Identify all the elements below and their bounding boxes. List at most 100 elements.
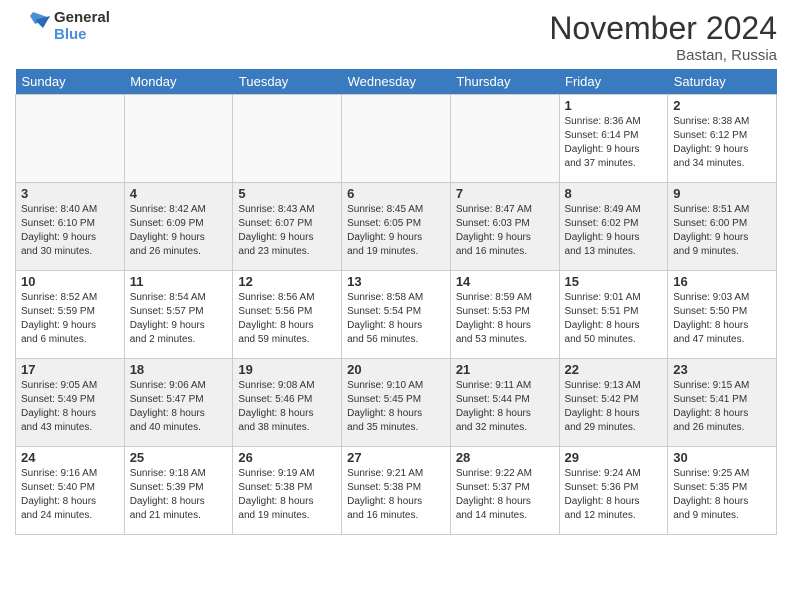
day-info: Sunrise: 8:49 AM Sunset: 6:02 PM Dayligh… (565, 203, 663, 259)
day-number: 20 (347, 362, 445, 377)
col-friday: Friday (559, 69, 668, 95)
calendar-cell (16, 95, 125, 183)
calendar-cell: 14 Sunrise: 8:59 AM Sunset: 5:53 PM Dayli… (450, 271, 559, 359)
day-info: Sunrise: 8:43 AM Sunset: 6:07 PM Dayligh… (238, 203, 336, 259)
day-info: Sunrise: 9:21 AM Sunset: 5:38 PM Dayligh… (347, 467, 445, 523)
day-number: 7 (456, 186, 554, 201)
header: General Blue November 2024 Bastan, Russi… (15, 10, 777, 64)
calendar-cell: 21 Sunrise: 9:11 AM Sunset: 5:44 PM Dayli… (450, 359, 559, 447)
day-info: Sunrise: 9:13 AM Sunset: 5:42 PM Dayligh… (565, 379, 663, 435)
calendar-cell: 22Sunrise: 9:13 AM Sunset: 5:42 PM Dayli… (559, 359, 668, 447)
day-number: 14 (456, 274, 554, 289)
logo-blue: Blue (54, 27, 110, 44)
calendar-cell: 26 Sunrise: 9:19 AM Sunset: 5:38 PM Dayli… (233, 447, 342, 535)
logo-general: General (54, 10, 110, 27)
calendar-cell (124, 95, 233, 183)
day-number: 26 (238, 450, 336, 465)
day-number: 6 (347, 186, 445, 201)
calendar-cell: 29 Sunrise: 9:24 AM Sunset: 5:36 PM Dayli… (559, 447, 668, 535)
day-info: Sunrise: 8:51 AM Sunset: 6:00 PM Dayligh… (673, 203, 771, 259)
calendar-cell: 9 Sunrise: 8:51 AM Sunset: 6:00 PM Daylig… (668, 183, 777, 271)
day-info: Sunrise: 9:05 AM Sunset: 5:49 PM Dayligh… (21, 379, 119, 435)
day-info: Sunrise: 8:40 AM Sunset: 6:10 PM Dayligh… (21, 203, 119, 259)
calendar-cell (450, 95, 559, 183)
day-info: Sunrise: 8:38 AM Sunset: 6:12 PM Dayligh… (673, 115, 771, 171)
day-info: Sunrise: 8:42 AM Sunset: 6:09 PM Dayligh… (130, 203, 228, 259)
day-info: Sunrise: 9:25 AM Sunset: 5:35 PM Dayligh… (673, 467, 771, 523)
calendar-cell: 1Sunrise: 8:36 AM Sunset: 6:14 PM Daylig… (559, 95, 668, 183)
calendar-cell: 16 Sunrise: 9:03 AM Sunset: 5:50 PM Dayli… (668, 271, 777, 359)
calendar-cell: 18 Sunrise: 9:06 AM Sunset: 5:47 PM Dayli… (124, 359, 233, 447)
day-number: 2 (673, 98, 771, 113)
day-info: Sunrise: 8:56 AM Sunset: 5:56 PM Dayligh… (238, 291, 336, 347)
header-row: Sunday Monday Tuesday Wednesday Thursday… (16, 69, 777, 95)
day-number: 21 (456, 362, 554, 377)
calendar-cell: 27 Sunrise: 9:21 AM Sunset: 5:38 PM Dayli… (342, 447, 451, 535)
day-number: 19 (238, 362, 336, 377)
day-number: 10 (21, 274, 119, 289)
calendar-week-2: 10 Sunrise: 8:52 AM Sunset: 5:59 PM Dayli… (16, 271, 777, 359)
day-info: Sunrise: 9:11 AM Sunset: 5:44 PM Dayligh… (456, 379, 554, 435)
day-info: Sunrise: 9:19 AM Sunset: 5:38 PM Dayligh… (238, 467, 336, 523)
day-number: 15 (565, 274, 663, 289)
calendar-cell: 28 Sunrise: 9:22 AM Sunset: 5:37 PM Dayli… (450, 447, 559, 535)
calendar-week-3: 17 Sunrise: 9:05 AM Sunset: 5:49 PM Dayli… (16, 359, 777, 447)
calendar-cell: 25 Sunrise: 9:18 AM Sunset: 5:39 PM Dayli… (124, 447, 233, 535)
page-container: General Blue November 2024 Bastan, Russi… (0, 0, 792, 545)
calendar-cell: 6 Sunrise: 8:45 AM Sunset: 6:05 PM Daylig… (342, 183, 451, 271)
day-info: Sunrise: 9:08 AM Sunset: 5:46 PM Dayligh… (238, 379, 336, 435)
calendar-cell: 30 Sunrise: 9:25 AM Sunset: 5:35 PM Dayli… (668, 447, 777, 535)
day-info: Sunrise: 9:22 AM Sunset: 5:37 PM Dayligh… (456, 467, 554, 523)
day-number: 27 (347, 450, 445, 465)
day-number: 11 (130, 274, 228, 289)
calendar-cell: 19 Sunrise: 9:08 AM Sunset: 5:46 PM Dayli… (233, 359, 342, 447)
day-info: Sunrise: 8:58 AM Sunset: 5:54 PM Dayligh… (347, 291, 445, 347)
calendar-cell: 3Sunrise: 8:40 AM Sunset: 6:10 PM Daylig… (16, 183, 125, 271)
day-info: Sunrise: 9:24 AM Sunset: 5:36 PM Dayligh… (565, 467, 663, 523)
day-number: 29 (565, 450, 663, 465)
calendar-cell (233, 95, 342, 183)
col-monday: Monday (124, 69, 233, 95)
location: Bastan, Russia (549, 47, 777, 64)
day-number: 9 (673, 186, 771, 201)
day-info: Sunrise: 8:47 AM Sunset: 6:03 PM Dayligh… (456, 203, 554, 259)
calendar-cell: 17 Sunrise: 9:05 AM Sunset: 5:49 PM Dayli… (16, 359, 125, 447)
col-tuesday: Tuesday (233, 69, 342, 95)
col-wednesday: Wednesday (342, 69, 451, 95)
title-block: November 2024 Bastan, Russia (549, 10, 777, 64)
day-number: 1 (565, 98, 663, 113)
calendar-cell (342, 95, 451, 183)
day-info: Sunrise: 9:03 AM Sunset: 5:50 PM Dayligh… (673, 291, 771, 347)
day-number: 18 (130, 362, 228, 377)
calendar-cell: 13 Sunrise: 8:58 AM Sunset: 5:54 PM Dayli… (342, 271, 451, 359)
col-thursday: Thursday (450, 69, 559, 95)
col-sunday: Sunday (16, 69, 125, 95)
day-number: 28 (456, 450, 554, 465)
day-info: Sunrise: 9:18 AM Sunset: 5:39 PM Dayligh… (130, 467, 228, 523)
day-info: Sunrise: 9:06 AM Sunset: 5:47 PM Dayligh… (130, 379, 228, 435)
day-number: 17 (21, 362, 119, 377)
day-info: Sunrise: 9:15 AM Sunset: 5:41 PM Dayligh… (673, 379, 771, 435)
day-info: Sunrise: 8:59 AM Sunset: 5:53 PM Dayligh… (456, 291, 554, 347)
day-number: 25 (130, 450, 228, 465)
day-info: Sunrise: 8:52 AM Sunset: 5:59 PM Dayligh… (21, 291, 119, 347)
day-number: 13 (347, 274, 445, 289)
day-info: Sunrise: 9:10 AM Sunset: 5:45 PM Dayligh… (347, 379, 445, 435)
day-number: 30 (673, 450, 771, 465)
calendar-week-0: 1Sunrise: 8:36 AM Sunset: 6:14 PM Daylig… (16, 95, 777, 183)
day-info: Sunrise: 9:01 AM Sunset: 5:51 PM Dayligh… (565, 291, 663, 347)
day-number: 4 (130, 186, 228, 201)
calendar-week-4: 24Sunrise: 9:16 AM Sunset: 5:40 PM Dayli… (16, 447, 777, 535)
day-number: 12 (238, 274, 336, 289)
calendar-cell: 4 Sunrise: 8:42 AM Sunset: 6:09 PM Daylig… (124, 183, 233, 271)
calendar-cell: 8Sunrise: 8:49 AM Sunset: 6:02 PM Daylig… (559, 183, 668, 271)
day-number: 24 (21, 450, 119, 465)
day-number: 16 (673, 274, 771, 289)
calendar-cell: 7 Sunrise: 8:47 AM Sunset: 6:03 PM Daylig… (450, 183, 559, 271)
day-info: Sunrise: 8:45 AM Sunset: 6:05 PM Dayligh… (347, 203, 445, 259)
calendar-cell: 23Sunrise: 9:15 AM Sunset: 5:41 PM Dayli… (668, 359, 777, 447)
calendar-cell: 15 Sunrise: 9:01 AM Sunset: 5:51 PM Dayli… (559, 271, 668, 359)
day-info: Sunrise: 8:54 AM Sunset: 5:57 PM Dayligh… (130, 291, 228, 347)
logo: General Blue (15, 10, 110, 43)
calendar-cell: 24Sunrise: 9:16 AM Sunset: 5:40 PM Dayli… (16, 447, 125, 535)
